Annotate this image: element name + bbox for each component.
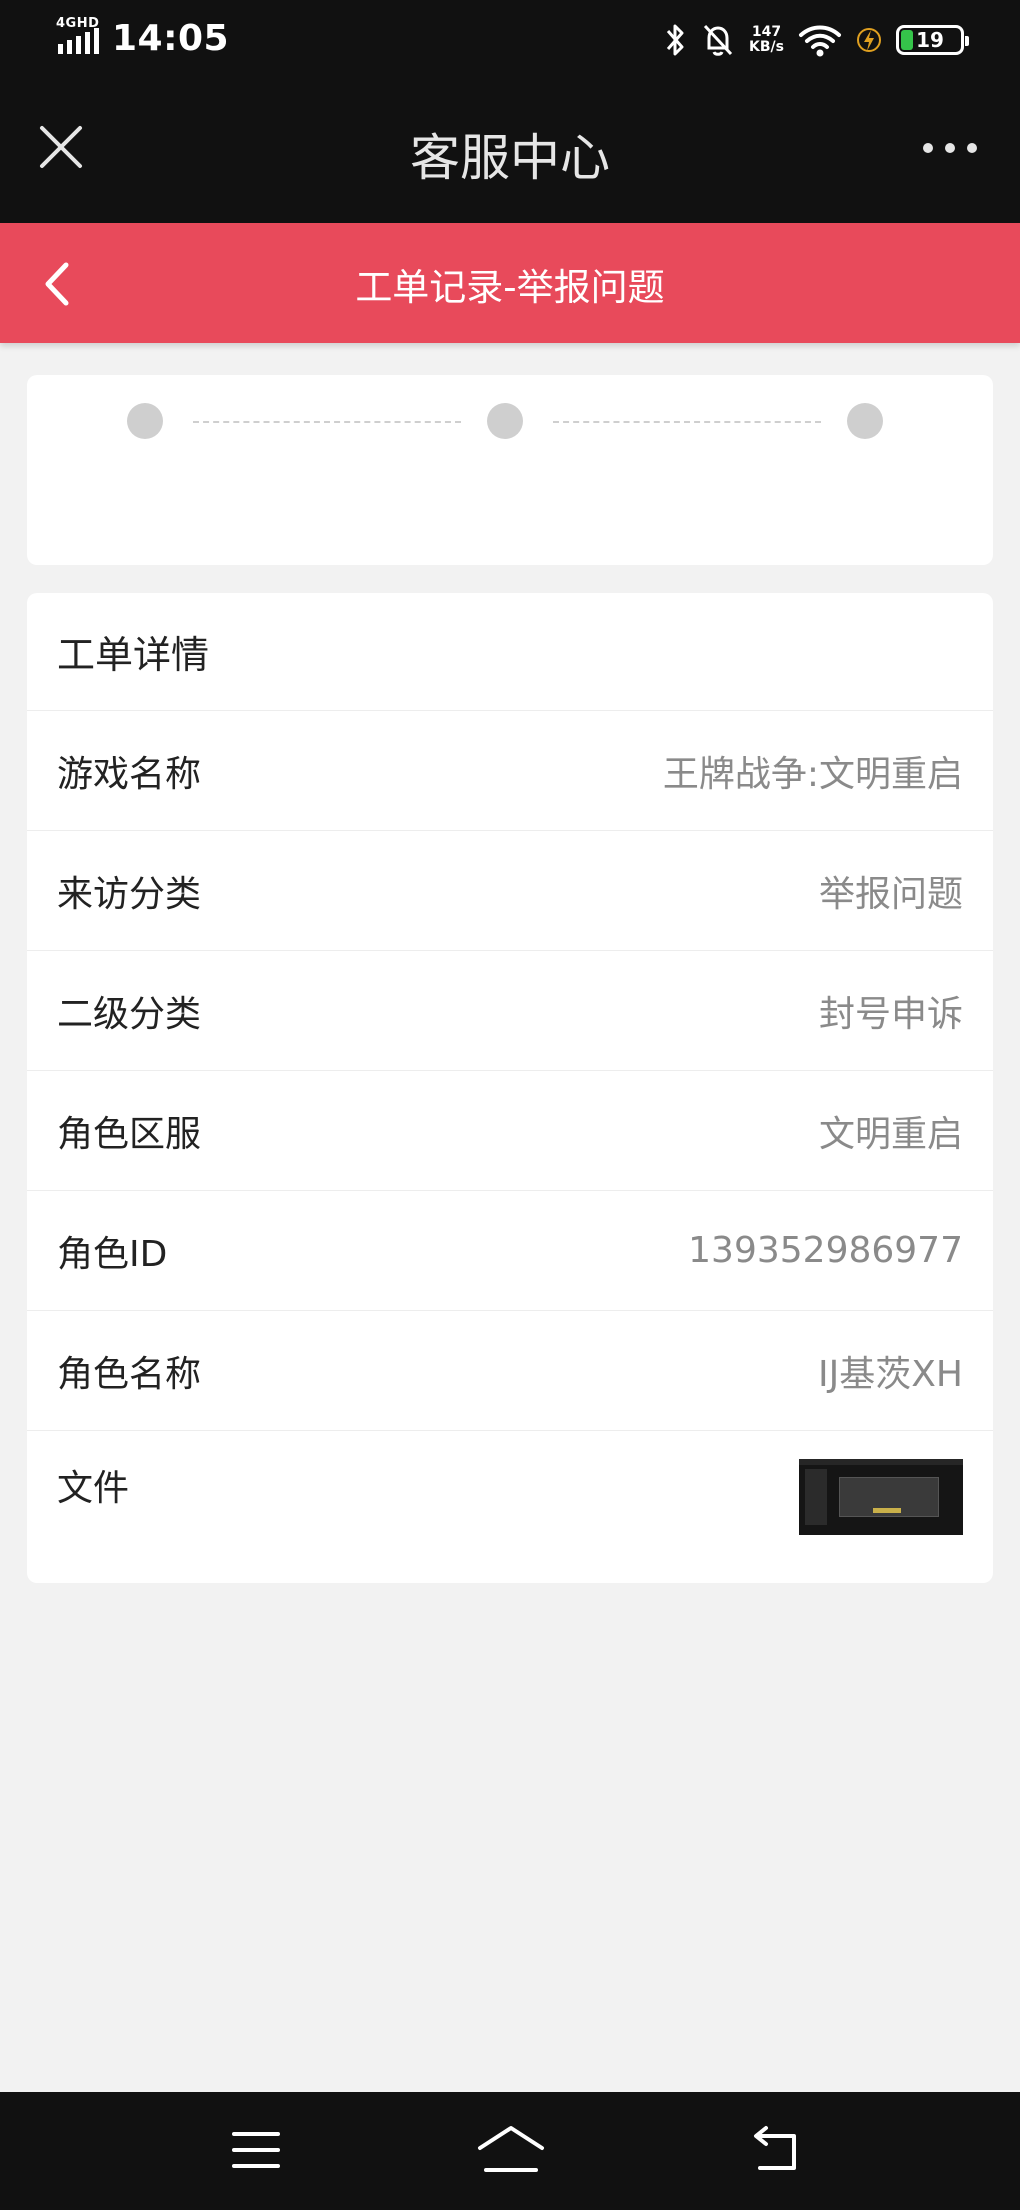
row-value: 王牌战争:文明重启	[662, 753, 963, 795]
battery-icon: 19	[896, 25, 969, 55]
detail-row-subcategory: 二级分类 封号申诉	[27, 951, 993, 1071]
row-label: 角色区服	[57, 1113, 202, 1155]
detail-row-role-name: 角色名称 IJ基茨XH	[27, 1311, 993, 1431]
row-value: IJ基茨XH	[818, 1353, 963, 1395]
home-icon[interactable]	[476, 2122, 546, 2178]
detail-row-game-name: 游戏名称 王牌战争:文明重启	[27, 711, 993, 831]
network-speed-unit: KB/s	[749, 39, 784, 55]
detail-row-role-id: 角色ID 139352986977	[27, 1191, 993, 1311]
title-bar: 客服中心	[0, 80, 1020, 223]
row-value: 139352986977	[688, 1230, 963, 1271]
file-thumbnail[interactable]	[799, 1459, 963, 1535]
row-label: 角色ID	[57, 1233, 168, 1275]
bell-off-icon	[703, 24, 733, 56]
back-icon[interactable]	[746, 2122, 806, 2178]
step-dot-1	[127, 403, 163, 439]
progress-card	[27, 375, 993, 565]
step-connector-1	[193, 421, 461, 423]
system-nav-bar	[0, 2092, 1020, 2210]
detail-row-category: 来访分类 举报问题	[27, 831, 993, 951]
status-icons: 147 KB/s 19	[663, 18, 969, 62]
row-value: 封号申诉	[818, 993, 963, 1035]
step-connector-2	[553, 421, 821, 423]
page-title: 客服中心	[410, 129, 610, 187]
row-label: 游戏名称	[57, 753, 202, 795]
row-value: 文明重启	[818, 1113, 963, 1155]
row-label: 角色名称	[57, 1353, 202, 1395]
step-dot-3	[847, 403, 883, 439]
row-label: 二级分类	[57, 993, 202, 1035]
sub-header: 工单记录-举报问题	[0, 223, 1020, 343]
detail-row-file: 文件	[27, 1431, 993, 1581]
battery-level: 19	[916, 28, 944, 52]
bluetooth-icon	[666, 24, 684, 56]
detail-row-server: 角色区服 文明重启	[27, 1071, 993, 1191]
wifi-icon	[799, 25, 841, 57]
clock: 14:05	[112, 18, 230, 59]
status-bar: 4GHD 14:05 147 KB/s 19	[0, 0, 1020, 80]
menu-icon[interactable]	[226, 2122, 286, 2178]
charging-icon	[857, 28, 881, 52]
row-value: 举报问题	[818, 873, 963, 915]
row-label: 文件	[57, 1468, 130, 1509]
card-heading: 工单详情	[27, 593, 993, 711]
network-speed-value: 147	[751, 24, 782, 40]
network-speed: 147 KB/s	[749, 25, 784, 55]
sub-header-title: 工单记录-举报问题	[355, 266, 665, 309]
more-icon[interactable]	[920, 138, 980, 158]
signal-icon	[58, 28, 99, 54]
ticket-detail-card: 工单详情 游戏名称 王牌战争:文明重启 来访分类 举报问题 二级分类 封号申诉 …	[27, 593, 993, 1583]
row-label: 来访分类	[57, 873, 202, 915]
step-dot-2	[487, 403, 523, 439]
